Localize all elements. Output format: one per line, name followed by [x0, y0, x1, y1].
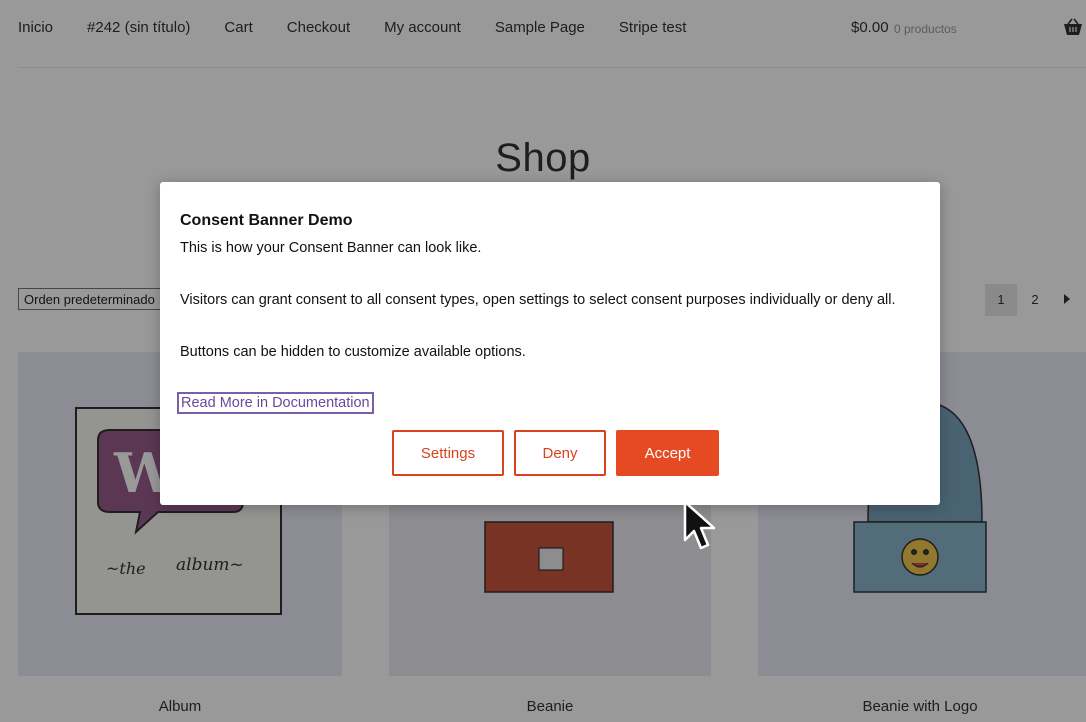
documentation-link[interactable]: Read More in Documentation	[177, 392, 374, 414]
deny-button[interactable]: Deny	[514, 430, 606, 476]
settings-button[interactable]: Settings	[392, 430, 504, 476]
consent-text-intro: This is how your Consent Banner can look…	[180, 240, 482, 256]
mouse-cursor-icon	[683, 500, 716, 550]
consent-text-options: Visitors can grant consent to all consen…	[180, 292, 896, 308]
accept-button[interactable]: Accept	[616, 430, 719, 476]
consent-title: Consent Banner Demo	[180, 212, 353, 229]
consent-text-buttons: Buttons can be hidden to customize avail…	[180, 344, 526, 360]
consent-banner: Consent Banner Demo This is how your Con…	[160, 182, 940, 505]
